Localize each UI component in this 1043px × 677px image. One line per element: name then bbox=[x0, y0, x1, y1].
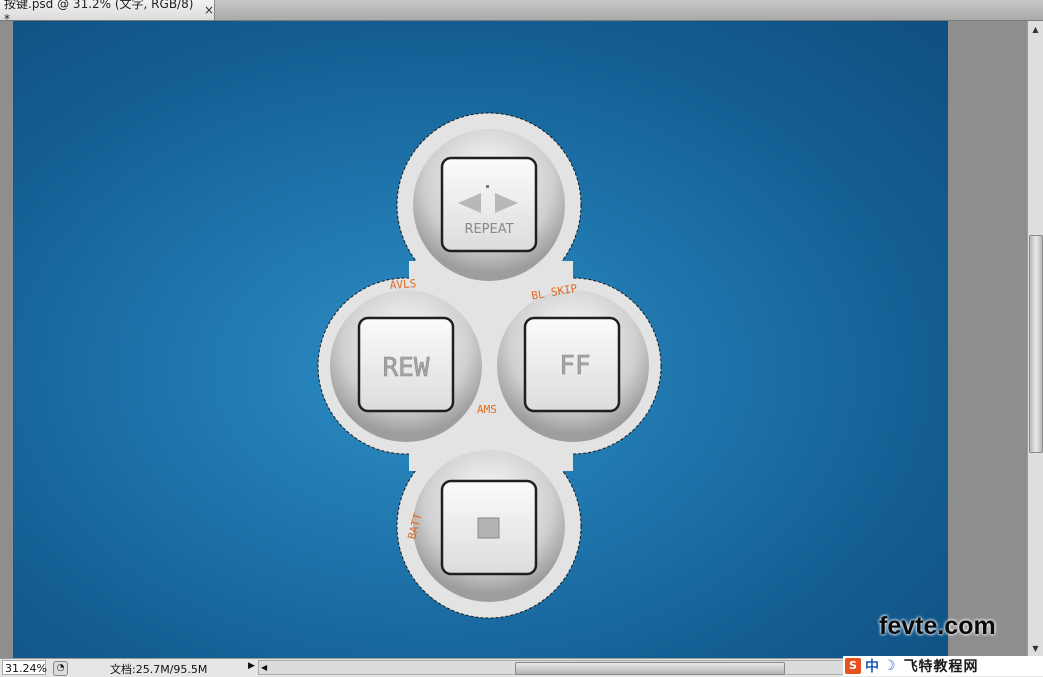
sogou-icon[interactable]: S bbox=[845, 658, 861, 674]
stop-icon bbox=[477, 517, 500, 539]
document-canvas[interactable]: REPEAT REW FF AVLS BL SKIP AMS BATT bbox=[13, 21, 948, 658]
document-tab-bar: 按键.psd @ 31.2% (文字, RGB/8) * × bbox=[0, 0, 1043, 26]
vertical-scroll-thumb[interactable] bbox=[1029, 235, 1043, 453]
canvas-area: REPEAT REW FF AVLS BL SKIP AMS BATT bbox=[0, 21, 1027, 658]
document-size: 文档:25.7M/95.5M bbox=[110, 663, 208, 676]
document-tab[interactable]: 按键.psd @ 31.2% (文字, RGB/8) * × bbox=[0, 0, 215, 26]
scroll-left-icon[interactable]: ◀ bbox=[261, 661, 267, 674]
status-info-icon[interactable]: ◔ bbox=[53, 661, 68, 676]
brand-text: 飞特教程网 bbox=[903, 659, 979, 675]
avls-label: AVLS bbox=[389, 277, 416, 292]
vertical-scrollbar[interactable]: ▲ ▼ bbox=[1027, 21, 1043, 658]
ams-label: AMS bbox=[477, 403, 497, 416]
moon-icon[interactable]: ☽ bbox=[883, 658, 896, 674]
ime-toolbar[interactable]: S 中 ☽ 飞特教程网 bbox=[843, 656, 1043, 676]
horizontal-scroll-thumb[interactable] bbox=[515, 662, 785, 675]
rew-label: REW bbox=[383, 353, 430, 383]
horizontal-scrollbar[interactable]: ◀ bbox=[258, 660, 844, 675]
ff-label: FF bbox=[559, 351, 590, 381]
zoom-field[interactable]: 31.24% bbox=[2, 660, 47, 675]
scroll-down-icon[interactable]: ▼ bbox=[1028, 642, 1043, 656]
close-tab-icon[interactable]: × bbox=[204, 3, 214, 17]
repeat-button[interactable] bbox=[440, 156, 538, 253]
scroll-up-icon[interactable]: ▲ bbox=[1028, 23, 1043, 37]
repeat-label: REPEAT bbox=[464, 222, 513, 237]
controller-artwork: REPEAT REW FF AVLS BL SKIP AMS BATT bbox=[317, 112, 662, 619]
ime-mode-zh[interactable]: 中 bbox=[865, 656, 879, 676]
watermark: fevte.com bbox=[879, 612, 996, 640]
status-menu-arrow-icon[interactable]: ▶ bbox=[248, 661, 255, 671]
